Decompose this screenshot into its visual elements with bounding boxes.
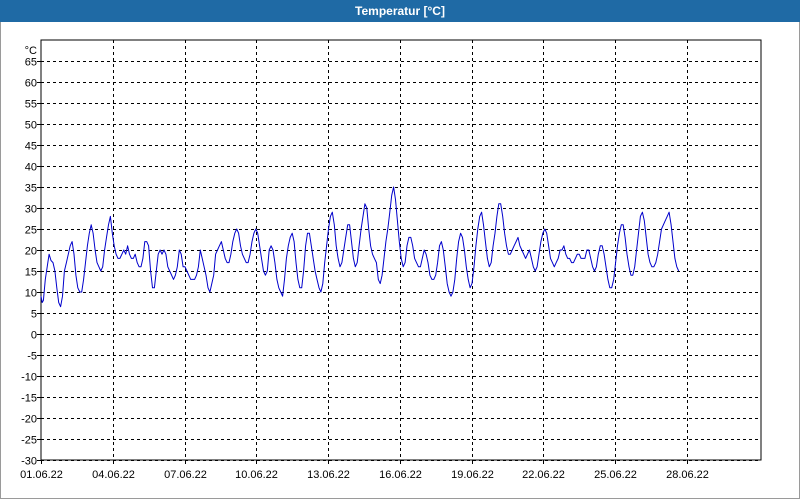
window-title: Temperatur [°C] [0,0,800,22]
x-tick-label: 19.06.22 [451,469,494,481]
y-tick-label: -25 [21,435,37,447]
y-tick-label: 25 [25,225,37,237]
x-tick-label: 22.06.22 [522,469,565,481]
x-tick-label: 16.06.22 [379,469,422,481]
y-tick-label: 55 [25,99,37,111]
x-tick-label: 10.06.22 [235,469,278,481]
x-tick-label: 28.06.22 [666,469,709,481]
y-tick-label: -20 [21,414,37,426]
y-tick-label: 45 [25,141,37,153]
y-tick-label: 0 [31,330,37,342]
y-axis-unit-label: °C [25,45,37,57]
series-layer [40,186,680,308]
x-tick-label: 25.06.22 [594,469,637,481]
y-tick-label: -30 [21,456,37,468]
temperature-series-line [40,186,680,308]
y-tick-label: 5 [31,309,37,321]
y-tick-label: 10 [25,288,37,300]
y-tick-label: 65 [25,57,37,69]
x-tick-label: 04.06.22 [92,469,135,481]
y-tick-label: -10 [21,372,37,384]
y-tick-label: 30 [25,204,37,216]
y-tick-label: 20 [25,246,37,258]
y-tick-label: 15 [25,267,37,279]
x-tick-label: 13.06.22 [307,469,350,481]
temperature-chart: -30 -25 -20 -15 -10 -5 0 5 10 15 20 25 30 35 40 45 50 55 6… [20,39,762,481]
y-tick-label: 50 [25,120,37,132]
x-tick-label: 01.06.22 [20,469,63,481]
y-tick-label: -15 [21,393,37,405]
y-tick-label: 60 [25,78,37,90]
x-tick-label: 07.06.22 [164,469,207,481]
y-tick-label: 35 [25,183,37,195]
y-tick-label: -5 [27,351,37,363]
chart-panel: -30 -25 -20 -15 -10 -5 0 5 10 15 20 25 30 35 40 45 50 55 6… [0,22,800,499]
y-tick-label: 40 [25,162,37,174]
